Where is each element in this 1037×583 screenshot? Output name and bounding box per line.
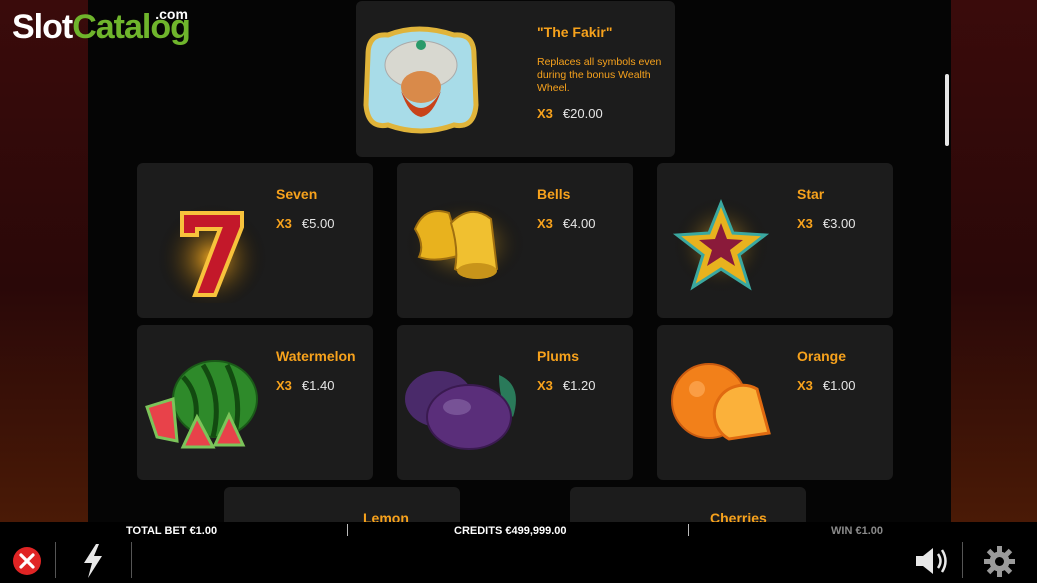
fakir-payout: X3 €20.00 [537,106,603,121]
win: WIN €1.00 [831,525,883,537]
close-icon[interactable] [12,546,42,576]
plums-payout: X3 €1.20 [537,378,596,393]
credits: CREDITS €499,999.00 [454,525,567,537]
plums-name: Plums [537,348,580,364]
scrollbar-thumb[interactable] [945,74,949,146]
right-backdrop [951,0,1037,522]
seven-payout: X3 €5.00 [276,216,335,231]
divider [962,542,963,578]
orange-card: Orange X3 €1.00 [657,325,893,480]
separator [688,524,689,536]
gear-icon[interactable] [984,546,1015,577]
lightning-icon[interactable] [82,544,104,578]
fakir-description: Replaces all symbols even during the bon… [537,56,662,94]
watermelon-payout: X3 €1.40 [276,378,335,393]
star-payout: X3 €3.00 [797,216,856,231]
slotcatalog-logo: SlotCatalog .com [12,6,191,46]
paytable-panel[interactable]: "The Fakir" Replaces all symbols even du… [88,0,951,522]
cherries-card: Cherries [570,487,806,522]
divider [131,542,132,578]
seven-icon [157,198,267,303]
bottom-bar: TOTAL BET €1.00 CREDITS €499,999.00 WIN … [0,522,1037,583]
lemon-card: Lemon [224,487,460,522]
bells-name: Bells [537,186,571,202]
plums-icon [405,371,516,450]
bells-card: Bells X3 €4.00 [397,163,633,318]
bells-icon [405,199,525,289]
seven-card: Seven X3 €5.00 [137,163,373,318]
left-backdrop [0,0,88,522]
watermelon-card: Watermelon X3 €1.40 [137,325,373,480]
watermelon-name: Watermelon [276,348,356,364]
seven-name: Seven [276,186,318,202]
bells-payout: X3 €4.00 [537,216,596,231]
separator [347,524,348,536]
sound-icon[interactable] [914,546,950,576]
orange-payout: X3 €1.00 [797,378,856,393]
star-card: Star X3 €3.00 [657,163,893,318]
fakir-name: "The Fakir" [537,24,613,40]
total-bet: TOTAL BET €1.00 [126,525,218,537]
plums-card: Plums X3 €1.20 [397,325,633,480]
lemon-name: Lemon [363,510,409,522]
cherries-name: Cherries [710,510,767,522]
star-name: Star [797,186,825,202]
orange-name: Orange [797,348,847,364]
watermelon-icon [145,360,258,449]
fakir-icon [363,26,479,134]
divider [55,542,56,578]
orange-icon [671,363,771,441]
star-icon [672,197,770,293]
fakir-card: "The Fakir" Replaces all symbols even du… [356,1,675,157]
